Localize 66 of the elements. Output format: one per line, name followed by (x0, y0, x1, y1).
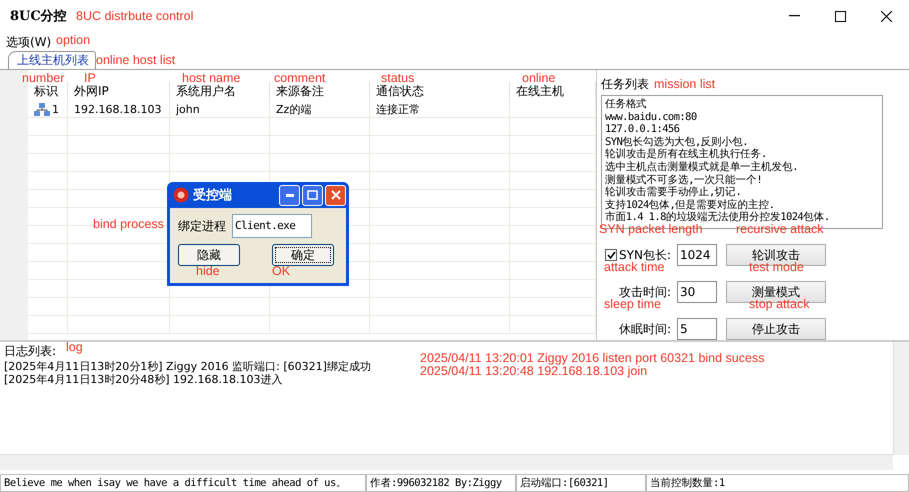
input-field[interactable]: 1024 (677, 244, 717, 266)
input-field[interactable]: 5 (677, 318, 717, 340)
annotation-text: mission list (654, 77, 716, 91)
network-icon (34, 102, 50, 116)
column-header[interactable]: 外网IP (68, 82, 170, 100)
annotation-text: 2025/04/11 13:20:48 192.168.18.103 join (420, 364, 648, 378)
maximize-button[interactable] (302, 184, 323, 206)
log-entry: [2025年4月11日13时20分1秒] Ziggy 2016 监听端口: [60321]绑定成功 (4, 360, 371, 373)
annotation-text: IP (84, 71, 96, 85)
input-field[interactable]: 30 (677, 281, 717, 303)
annotation-text: log (66, 340, 83, 354)
scrollbar[interactable] (893, 342, 909, 455)
status-text: Believe me when isay we have a difficult time ahead of us。 (0, 474, 366, 492)
annotation-text: status (381, 71, 414, 85)
table-cell: john (176, 103, 200, 116)
annotation-text: comment (274, 71, 326, 85)
annotation-text: online host list (96, 53, 176, 67)
column-header[interactable]: 标识 (28, 82, 68, 100)
scrollbar[interactable] (0, 454, 893, 470)
tab[interactable]: 上线主机列表 (8, 51, 96, 69)
field-label: SYN包长: (619, 246, 671, 262)
annotation-text: sleep time (604, 297, 661, 311)
field-label: 绑定进程 (178, 218, 226, 234)
mission-list-label: 任务列表 (601, 76, 649, 93)
annotation-text: bind process (93, 217, 164, 231)
close-button[interactable] (325, 184, 346, 206)
minimize-icon (788, 15, 800, 17)
maximize-icon (834, 10, 846, 22)
log-entry: [2025年4月11日13时20分48秒] 192.168.18.103进入 (4, 373, 283, 386)
action-button[interactable]: 停止攻击 (726, 318, 826, 340)
column-header[interactable]: 通信状态 (370, 82, 510, 100)
annotation-text: 2025/04/11 13:20:01 Ziggy 2016 listen port 60321 bind sucess (420, 351, 764, 365)
annotation-text: OK (272, 264, 290, 278)
minimize-icon (286, 194, 294, 196)
field-label: 攻击时间: (618, 284, 671, 298)
column-header[interactable]: 在线主机 (510, 82, 596, 100)
close-icon (880, 10, 892, 22)
close-icon (330, 190, 340, 200)
table-cell: 192.168.18.103 (74, 103, 162, 116)
window-title: 8UC分控 (10, 8, 67, 25)
status-text: 启动端口:[60321] (516, 474, 646, 492)
checkbox[interactable] (605, 249, 618, 261)
column-header[interactable]: 系统用户名 (170, 82, 270, 100)
log-label: 日志列表: (4, 343, 56, 360)
maximize-icon (307, 190, 318, 200)
annotation-text: attack time (604, 260, 664, 274)
field-label: 休眠时间: (618, 320, 671, 338)
annotation-text: host name (182, 71, 240, 85)
annotation-text: hide (196, 264, 220, 278)
input-field[interactable]: Client.exe (232, 214, 312, 238)
menu-item[interactable]: 选项(W) (6, 34, 52, 50)
status-text: 作者:996032182 By:Ziggy (366, 474, 516, 492)
annotation-text: online (522, 71, 556, 85)
table-cell: 连接正常 (376, 102, 420, 117)
table-cell: Zz的端 (276, 102, 312, 117)
dialog-button[interactable]: 确定 (272, 244, 334, 266)
annotation-text: number (22, 71, 64, 85)
table-cell: 1 (52, 103, 59, 116)
dialog-button[interactable]: 隐藏 (178, 244, 240, 266)
dialog-title: 受控端 (193, 186, 232, 204)
annotation-text: option (56, 33, 90, 47)
status-text: 当前控制数量:1 (646, 474, 909, 492)
column-header[interactable]: 来源备注 (270, 82, 370, 100)
app-icon (173, 187, 189, 203)
minimize-button[interactable] (279, 184, 300, 206)
annotation-text: 8UC distrbute control (76, 9, 194, 23)
